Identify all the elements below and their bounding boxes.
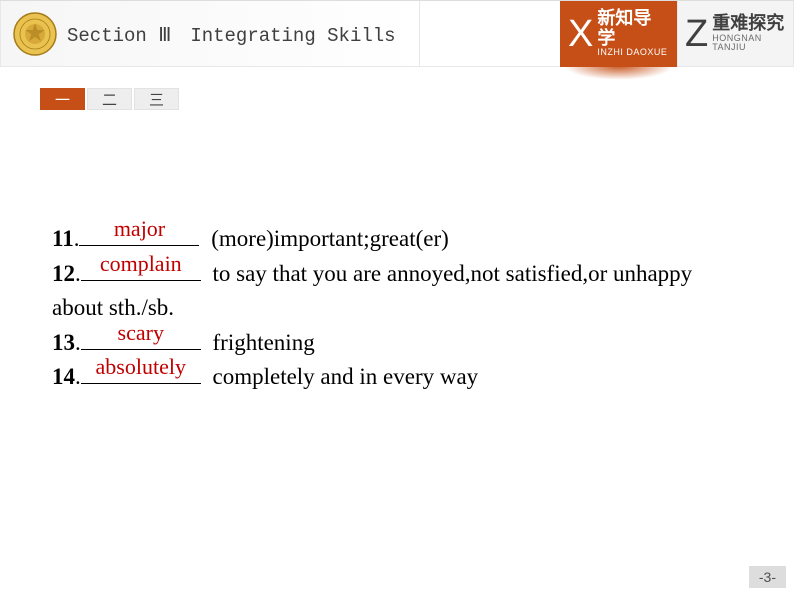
answer-text: scary (118, 316, 164, 349)
tab-en: HONGNAN TANJIU (712, 34, 785, 54)
definition-text: (more)important;great(er) (205, 226, 448, 251)
header-spacer (420, 1, 560, 67)
subtab-3[interactable]: 三 (134, 88, 179, 110)
item-number: 14 (52, 364, 75, 389)
tab-cn: 重难探究 (712, 14, 785, 34)
subtab-2[interactable]: 二 (87, 88, 132, 110)
item-number: 12 (52, 261, 75, 286)
tab-en: INZHI DAOXUE (597, 48, 668, 58)
answer-text: absolutely (96, 350, 186, 383)
answer-text: complain (100, 247, 182, 280)
section-title: Section Ⅲ Integrating Skills (67, 20, 396, 47)
tab-zhongnan[interactable]: Z 重难探究 HONGNAN TANJIU (677, 1, 794, 67)
definition-text: completely and in every way (207, 364, 478, 389)
school-logo-icon (13, 12, 57, 56)
definition-text: frightening (207, 330, 315, 355)
tab-xinzhi[interactable]: X 新知导学 INZHI DAOXUE (560, 1, 677, 67)
tab-text: 新知导学 INZHI DAOXUE (597, 9, 668, 58)
header-bar: Section Ⅲ Integrating Skills X 新知导学 INZH… (0, 0, 794, 67)
tab-letter: X (568, 15, 593, 53)
subtabs: 一 二 三 (40, 88, 179, 110)
item-number: 13 (52, 330, 75, 355)
tab-letter: Z (685, 15, 708, 53)
item-number: 11 (52, 226, 74, 251)
blank-field: scary (81, 327, 201, 350)
content-area: 11.major (more)important;great(er) 12.co… (52, 222, 742, 395)
page-number: -3- (749, 566, 786, 588)
blank-field: absolutely (81, 361, 201, 384)
nav-tabs: X 新知导学 INZHI DAOXUE Z 重难探究 HONGNAN TANJI… (560, 1, 794, 67)
tab-cn: 新知导学 (597, 9, 668, 49)
tab-text: 重难探究 HONGNAN TANJIU (712, 14, 785, 54)
blank-field: complain (81, 258, 201, 281)
vocab-row: 14.absolutely completely and in every wa… (52, 360, 742, 395)
blank-field: major (79, 223, 199, 246)
header-left: Section Ⅲ Integrating Skills (0, 1, 420, 67)
subtab-1[interactable]: 一 (40, 88, 85, 110)
answer-text: major (114, 212, 165, 245)
